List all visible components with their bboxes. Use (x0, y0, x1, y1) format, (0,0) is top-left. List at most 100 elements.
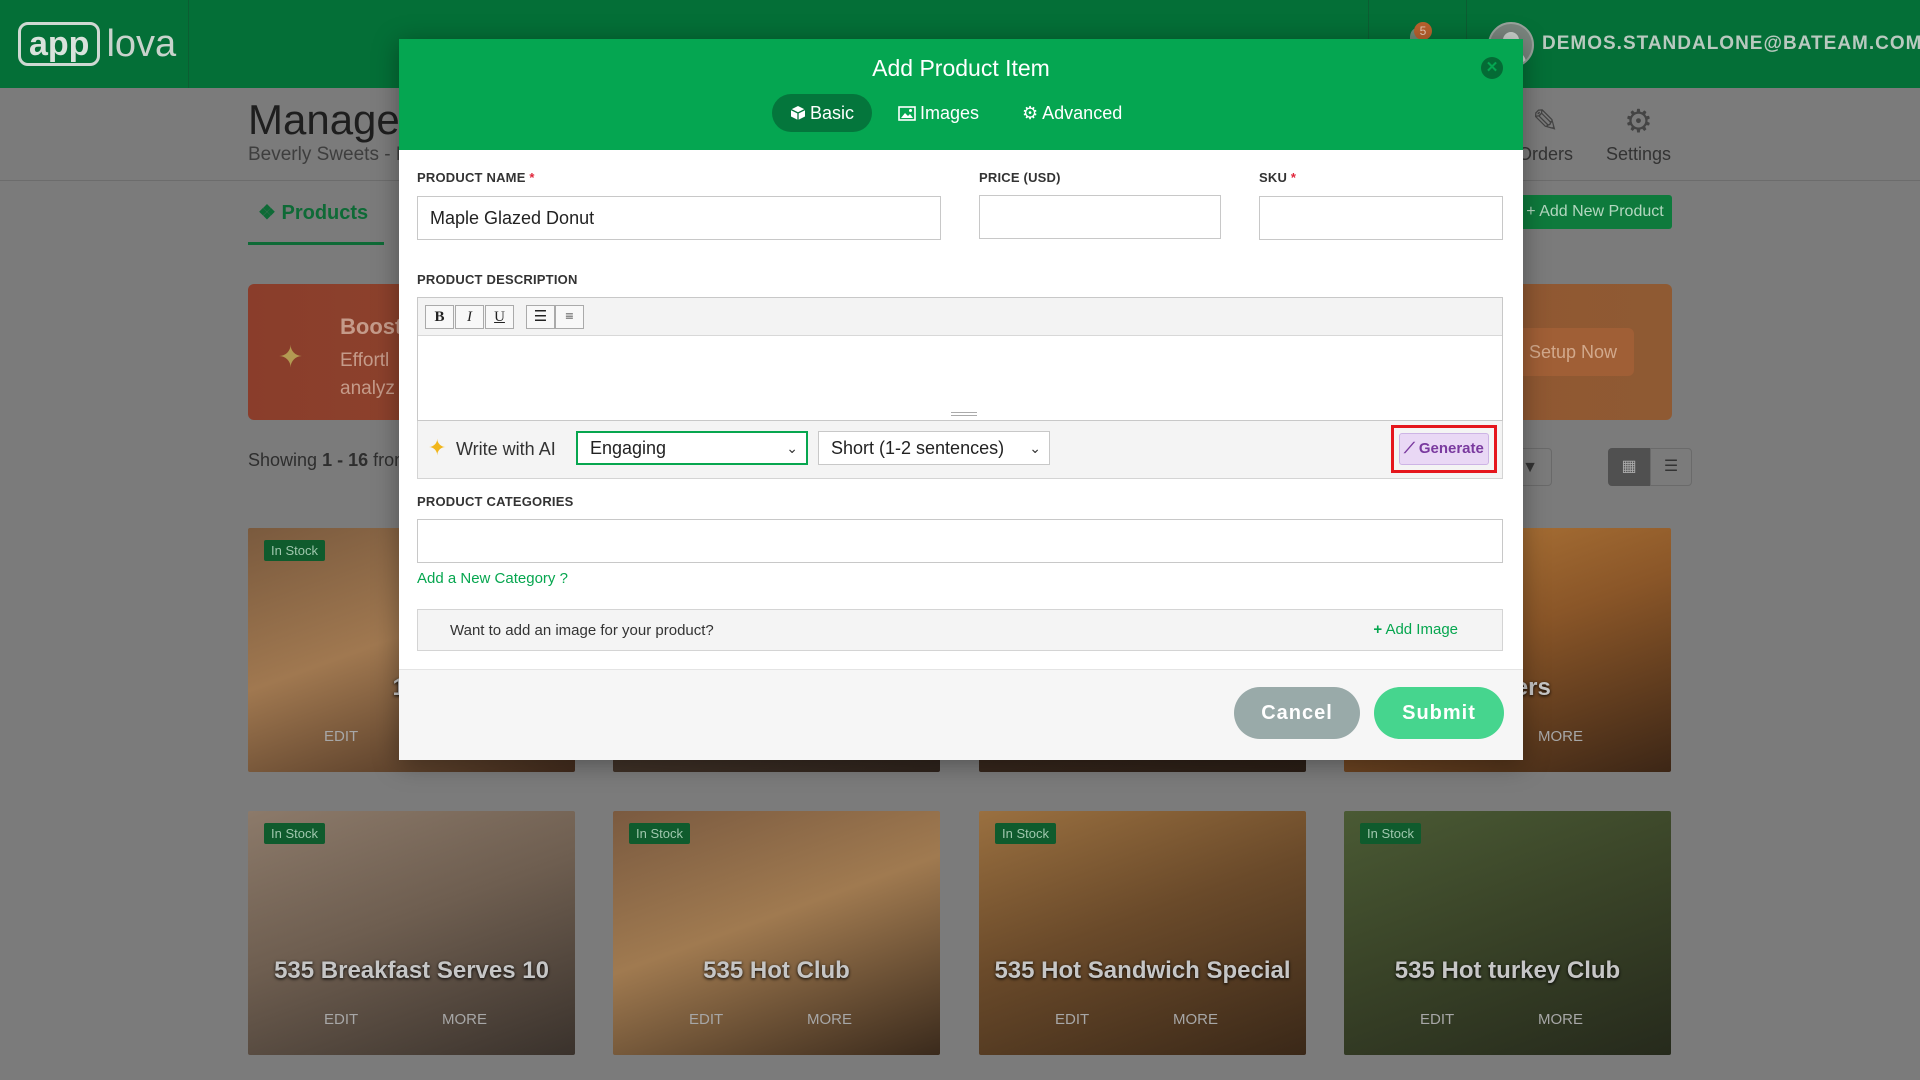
tab-basic-label: Basic (810, 103, 855, 123)
stock-badge: In Stock (1360, 823, 1421, 844)
resize-handle[interactable] (951, 412, 977, 416)
generate-button[interactable]: ⟋ Generate (1399, 433, 1489, 465)
tab-images-label: Images (920, 103, 980, 123)
add-image-label: Add Image (1385, 621, 1458, 638)
settings-link[interactable]: ⚙ Settings (1606, 104, 1671, 165)
list-view-button[interactable]: ☰ (1650, 448, 1692, 486)
gear-icon: ⚙ (1624, 103, 1653, 139)
user-menu[interactable]: DEMOS.STANDALONE@BATEAM.COM ▾ (1542, 32, 1920, 55)
sku-label-text: SKU (1259, 170, 1288, 185)
product-card[interactable]: In Stock 535 Hot turkey Club EDIT MORE (1344, 811, 1671, 1055)
length-select[interactable]: Short (1-2 sentences) ⌄ (818, 431, 1050, 465)
more-link[interactable]: MORE (807, 1011, 852, 1028)
product-name-input[interactable]: Maple Glazed Donut (417, 196, 941, 240)
chevron-down-icon: ⌄ (1029, 440, 1041, 456)
product-card[interactable]: In Stock 535 Hot Club EDIT MORE (613, 811, 940, 1055)
image-prompt-bar: Want to add an image for your product? +… (417, 609, 1503, 651)
bullet-list-icon: ☰ (533, 309, 548, 325)
settings-label: Settings (1606, 144, 1672, 164)
stock-badge: In Stock (264, 540, 325, 561)
underline-button[interactable]: U (485, 305, 514, 329)
sparkle-icon: ✦ (428, 435, 447, 460)
add-category-link[interactable]: Add a New Category ? (417, 570, 568, 587)
edit-link[interactable]: EDIT (689, 1011, 723, 1028)
price-input[interactable] (979, 195, 1221, 239)
user-email: DEMOS.STANDALONE@BATEAM.COM (1542, 33, 1920, 54)
cancel-button[interactable]: Cancel (1234, 687, 1360, 739)
product-card[interactable]: In Stock 535 Breakfast Serves 10 EDIT MORE (248, 811, 575, 1055)
topbar-divider (188, 0, 189, 88)
filter-icon: ▼ (1522, 459, 1538, 476)
edit-link[interactable]: EDIT (324, 728, 358, 745)
logo-text: lova (106, 23, 177, 65)
showing-range: 1 - 16 (322, 450, 369, 470)
magic-wand-icon: ⟋ (1404, 440, 1415, 457)
product-name: 535 Hot Club (703, 957, 850, 984)
more-link[interactable]: MORE (442, 1011, 487, 1028)
tab-images[interactable]: Images (880, 94, 997, 132)
price-label: PRICE (USD) (979, 170, 1061, 185)
tab-products-label: Products (281, 202, 369, 224)
modal-header: Add Product Item ✕ Basic Images ⚙ Advanc… (399, 39, 1523, 150)
edit-link[interactable]: EDIT (324, 1011, 358, 1028)
add-product-modal: Add Product Item ✕ Basic Images ⚙ Advanc… (399, 39, 1523, 760)
product-name-value: Maple Glazed Donut (430, 207, 595, 228)
promo-text: Effortl (340, 350, 390, 371)
product-name: 535 Hot turkey Club (1394, 957, 1621, 984)
results-count: Showing 1 - 16 from (248, 450, 409, 471)
add-new-product-button[interactable]: + Add New Product (1518, 195, 1672, 229)
generate-label: Generate (1418, 440, 1484, 457)
numbered-list-button[interactable]: ≡ (555, 305, 584, 329)
close-icon[interactable]: ✕ (1481, 57, 1503, 79)
sku-label: SKU * (1259, 170, 1296, 185)
product-card[interactable]: In Stock 535 Hot Sandwich Special EDIT MORE (979, 811, 1306, 1055)
stock-badge: In Stock (629, 823, 690, 844)
ai-writer-bar: ✦ Write with AI Engaging ⌄ Short (1-2 sen… (417, 421, 1503, 479)
edit-link[interactable]: EDIT (1420, 1011, 1454, 1028)
applova-logo[interactable]: app lova (18, 22, 176, 66)
sparkle-icon: ✦ (278, 341, 304, 374)
orders-link[interactable]: ✎ Orders (1518, 104, 1573, 165)
tab-basic[interactable]: Basic (772, 94, 873, 132)
categories-label: PRODUCT CATEGORIES (417, 494, 574, 509)
required-marker: * (529, 170, 535, 185)
add-image-button[interactable]: + Add Image (1373, 621, 1458, 638)
product-name: 535 Breakfast Serves 10 (274, 957, 549, 984)
page-title: Manage (248, 96, 400, 143)
notification-badge: 5 (1414, 22, 1432, 40)
gear-icon: ⚙ (1022, 103, 1039, 123)
length-value: Short (1-2 sentences) (831, 438, 1005, 458)
add-new-product-label: Add New Product (1539, 203, 1664, 220)
showing-prefix: Showing (248, 450, 323, 470)
tab-products[interactable]: ❖ Products (258, 200, 368, 225)
tab-advanced-label: Advanced (1042, 103, 1123, 123)
promo-text: analyz (340, 378, 395, 399)
tone-value: Engaging (590, 438, 667, 458)
submit-button[interactable]: Submit (1374, 687, 1504, 739)
active-tab-indicator (248, 242, 384, 245)
tab-advanced[interactable]: ⚙ Advanced (1004, 94, 1140, 132)
italic-button[interactable]: I (455, 305, 484, 329)
sku-input[interactable] (1259, 196, 1503, 240)
ai-label: Write with AI (456, 439, 556, 459)
edit-link[interactable]: EDIT (1055, 1011, 1089, 1028)
editor-toolbar: B I U ☰ ≡ (418, 298, 1502, 336)
categories-input[interactable] (417, 519, 1503, 563)
bold-button[interactable]: B (425, 305, 454, 329)
image-icon (898, 106, 916, 121)
cube-icon (790, 106, 806, 120)
more-link[interactable]: MORE (1538, 1011, 1583, 1028)
logo-box: app (18, 22, 101, 66)
bullet-list-button[interactable]: ☰ (526, 305, 555, 329)
setup-now-button[interactable]: Setup Now (1512, 328, 1634, 376)
description-label: PRODUCT DESCRIPTION (417, 272, 578, 287)
more-link[interactable]: MORE (1173, 1011, 1218, 1028)
numbered-list-icon: ≡ (565, 309, 574, 325)
description-editor[interactable]: B I U ☰ ≡ (417, 297, 1503, 421)
more-link[interactable]: MORE (1538, 728, 1583, 745)
tone-select[interactable]: Engaging ⌄ (576, 431, 808, 465)
modal-title: Add Product Item (872, 55, 1050, 81)
promo-title: Boost (340, 314, 403, 339)
stock-badge: In Stock (264, 823, 325, 844)
grid-view-button[interactable]: ▦ (1608, 448, 1650, 486)
